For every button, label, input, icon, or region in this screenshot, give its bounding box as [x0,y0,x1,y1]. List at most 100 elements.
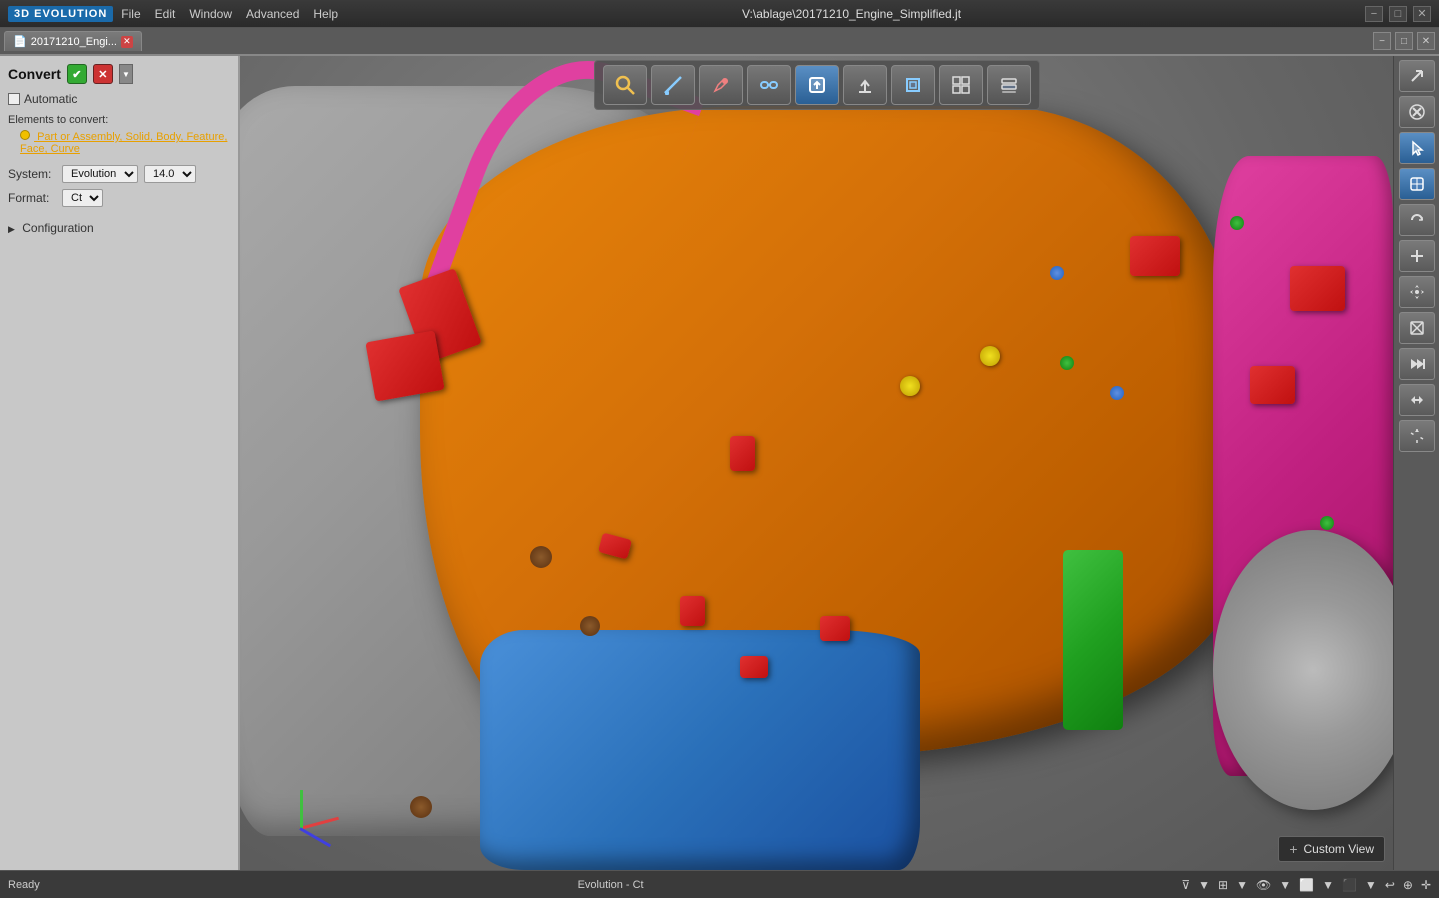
undo-icon[interactable]: ↩ [1385,878,1395,892]
sidebar-skip-button[interactable] [1399,348,1435,380]
status-mode: Evolution - Ct [578,879,644,891]
configuration-section[interactable]: ▶ Configuration [8,221,230,235]
minimize-button[interactable]: − [1365,6,1383,22]
close-button[interactable]: ✕ [1413,6,1431,22]
config-arrow-icon: ▶ [8,224,15,234]
sidebar-cross-button[interactable] [1399,312,1435,344]
blue-bolt-1 [1050,266,1064,280]
sidebar-pan-button[interactable] [1399,384,1435,416]
elements-value[interactable]: Part or Assembly, Solid, Body, Feature, … [8,130,230,155]
convert-cancel-button[interactable]: ✕ [93,64,113,84]
green-component [1063,550,1123,730]
doc-tab-bar: 📄 20171210_Engi... ✕ − □ ✕ [0,28,1439,56]
doc-tab[interactable]: 📄 20171210_Engi... ✕ [4,31,142,51]
custom-view-overlay[interactable]: + Custom View [1278,836,1385,862]
green-bolt-2 [1060,356,1074,370]
doc-tab-close-button[interactable]: ✕ [121,36,133,48]
brown-bolt-2 [580,616,600,636]
grid-dropdown-icon[interactable]: ▼ [1236,878,1248,892]
sidebar-rotate-button[interactable] [1399,204,1435,236]
blue-component [480,630,920,870]
system-select[interactable]: Evolution [62,165,138,183]
menu-advanced[interactable]: Advanced [246,7,299,21]
automatic-label: Automatic [24,92,77,106]
box-dropdown-icon[interactable]: ▼ [1365,878,1377,892]
sidebar-zoom-button[interactable] [1399,420,1435,452]
yellow-bolt-1 [900,376,920,396]
box-icon[interactable]: ⬛ [1342,878,1357,892]
green-bolt-1 [1230,216,1244,230]
cube-dropdown-icon[interactable]: ▼ [1322,878,1334,892]
status-right[interactable]: ⊽ ▼ ⊞ ▼ 👁 ▼ ⬜ ▼ ⬛ ▼ ↩ ⊕ ✛ [1181,878,1431,892]
sidebar-cancel-button[interactable] [1399,96,1435,128]
convert-ok-button[interactable]: ✔ [67,64,87,84]
toolbar-search-button[interactable] [603,65,647,105]
sidebar-move-button[interactable] [1399,276,1435,308]
green-bolt-3 [1320,516,1334,530]
red-accent-10 [1250,366,1295,404]
convert-header: Convert ✔ ✕ ▼ [8,64,230,84]
element-dot-icon [20,130,30,140]
red-accent-9 [1290,266,1345,311]
toolbar-box-button[interactable] [891,65,935,105]
add-view-icon: + [1289,841,1297,857]
sidebar-box-button[interactable] [1399,168,1435,200]
sidebar-arrow-button[interactable] [1399,60,1435,92]
zoom-fit-icon[interactable]: ⊕ [1403,878,1413,892]
main-container: Convert ✔ ✕ ▼ Automatic Elements to conv… [0,56,1439,870]
grid-icon[interactable]: ⊞ [1218,878,1228,892]
cube-icon[interactable]: ⬜ [1299,878,1314,892]
ready-status: Ready [8,879,40,891]
toolbar-edit-button[interactable] [651,65,695,105]
red-accent-5 [680,596,705,626]
eye-icon[interactable]: 👁 [1256,878,1271,892]
axis-indicator [270,780,340,850]
convert-label: Convert [8,66,61,82]
menu-bar[interactable]: File Edit Window Advanced Help [121,7,338,21]
doc-tab-controls[interactable]: − □ ✕ [1373,32,1435,50]
filter-icon[interactable]: ⊽ [1181,878,1190,892]
convert-dropdown-button[interactable]: ▼ [119,64,133,84]
red-accent-2 [365,330,444,401]
toolbar-tools-button[interactable] [699,65,743,105]
engine-scene[interactable]: + Custom View [240,56,1393,870]
format-field-row: Format: Ct [8,189,230,207]
filepath-display: V:\ablage\20171210_Engine_Simplified.jt [742,7,961,21]
format-select[interactable]: Ct [62,189,103,207]
app-logo: 3D EVOLUTION [8,6,113,22]
z-axis [299,827,331,847]
brown-bolt-3 [410,796,432,818]
right-sidebar [1393,56,1439,870]
left-panel: Convert ✔ ✕ ▼ Automatic Elements to conv… [0,56,240,870]
filter-dropdown-icon[interactable]: ▼ [1198,878,1210,892]
eye-dropdown-icon[interactable]: ▼ [1279,878,1291,892]
sidebar-add-button[interactable] [1399,240,1435,272]
menu-window[interactable]: Window [189,7,232,21]
blue-bolt-2 [1110,386,1124,400]
doc-close-button[interactable]: ✕ [1417,32,1435,50]
toolbar-convert-button[interactable] [795,65,839,105]
elements-value-text: Part or Assembly, Solid, Body, Feature, … [20,131,227,155]
toolbar-upload-button[interactable] [843,65,887,105]
system-version-select[interactable]: 14.0 [144,165,196,183]
window-controls[interactable]: − □ ✕ [1365,6,1431,22]
title-bar-left: 3D EVOLUTION File Edit Window Advanced H… [8,6,338,22]
toolbar-layers-button[interactable] [987,65,1031,105]
red-accent-7 [740,656,768,678]
doc-restore-button[interactable]: □ [1395,32,1413,50]
maximize-button[interactable]: □ [1389,6,1407,22]
automatic-checkbox[interactable] [8,93,20,105]
menu-help[interactable]: Help [313,7,338,21]
doc-minimize-button[interactable]: − [1373,32,1391,50]
toolbar-chain-button[interactable] [747,65,791,105]
status-center: Evolution - Ct [578,879,644,891]
3d-viewport[interactable]: Conversion i [240,56,1393,870]
title-bar: 3D EVOLUTION File Edit Window Advanced H… [0,0,1439,28]
sidebar-select-button[interactable] [1399,132,1435,164]
yellow-bolt-2 [980,346,1000,366]
menu-file[interactable]: File [121,7,140,21]
toolbar-grid-button[interactable] [939,65,983,105]
elements-label: Elements to convert: [8,114,230,126]
crosshair-icon[interactable]: ✛ [1421,878,1431,892]
menu-edit[interactable]: Edit [155,7,176,21]
